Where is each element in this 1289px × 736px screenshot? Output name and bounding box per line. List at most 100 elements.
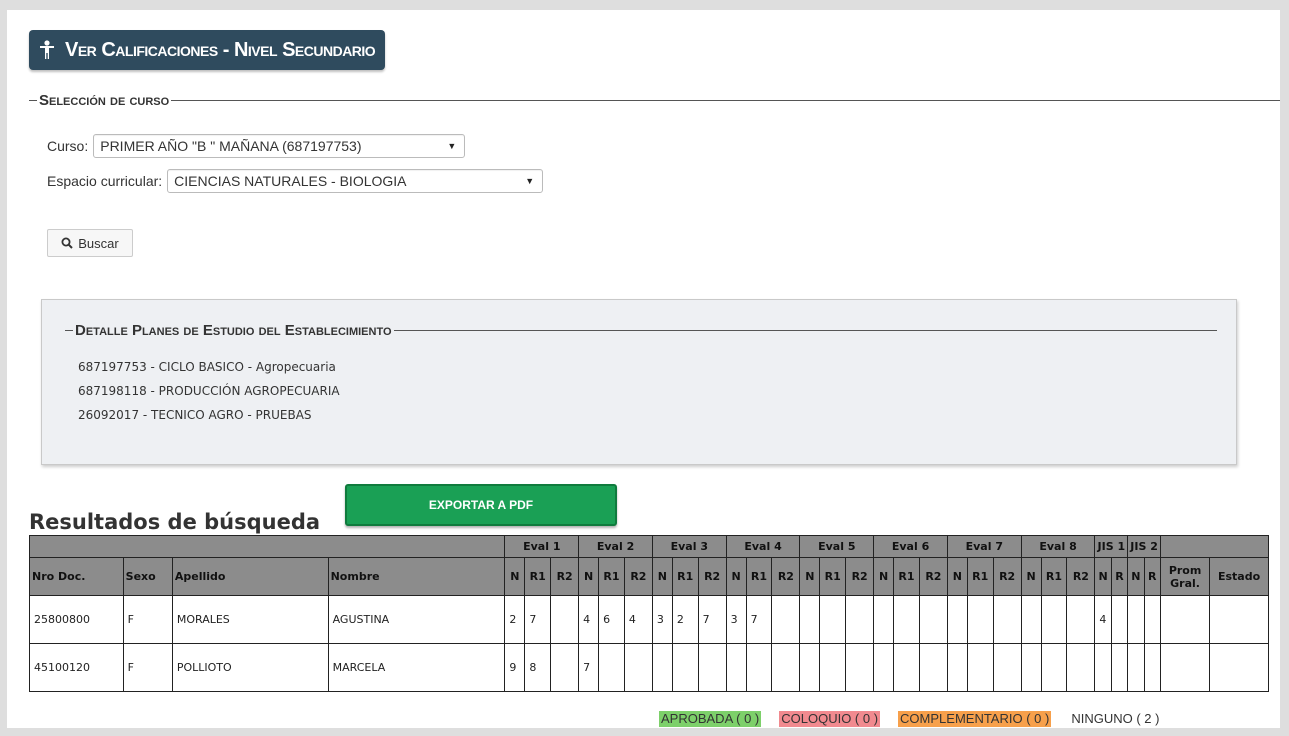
curso-row: Curso: PRIMER AÑO "B " MAÑANA (687197753… [47,134,466,158]
cell-grade [1020,643,1042,692]
cell-grade [966,595,994,644]
curso-select[interactable]: PRIMER AÑO "B " MAÑANA (687197753) ▼ [93,134,466,158]
header-eval-sub: N [504,557,526,596]
cell-prom [1159,643,1211,692]
cell-grade [671,643,699,692]
course-selection-legend: Selección de curso [29,92,1280,109]
cell-sexo: F [122,595,173,644]
header-jis-sub: N [1094,557,1112,596]
header-jis-group: JIS 2 [1127,535,1161,558]
cell-jis: 4 [1094,595,1112,644]
header-eval-sub: R1 [893,557,920,596]
cell-nro-doc: 45100120 [29,643,124,692]
table-row: 25800800 F MORALES AGUSTINA 2 7 4 6 4 3 2 7 3 7 4 [29,595,1269,644]
header-eval-sub: R1 [1040,557,1068,596]
cell-grade [845,643,875,692]
header-nombre: Nombre [327,557,506,596]
header-eval-sub: R1 [671,557,699,596]
cell-grade: 6 [598,595,625,644]
page-title: Ver Calificaciones - Nivel Secundario [65,38,376,61]
legend-complementario: COMPLEMENTARIO ( 0 ) [898,711,1052,727]
header-eval-group: Eval 6 [873,535,948,558]
header-blank [28,535,506,558]
header-jis-group: JIS 1 [1094,535,1129,558]
cell-grade: 7 [697,595,727,644]
header-eval-sub: R2 [845,557,875,596]
cell-grade [966,643,994,692]
cell-grade [1066,643,1096,692]
header-eval-sub: R2 [623,557,653,596]
plan-item: 687197753 - CICLO BASICO - Agropecuaria [78,360,336,374]
header-eval-group: Eval 8 [1020,535,1096,558]
cell-grade [651,643,673,692]
cell-grade: 3 [725,595,747,644]
cell-grade [623,643,653,692]
header-eval-sub: R1 [524,557,552,596]
header-prom: Prom Gral. [1159,557,1211,596]
plans-title: Detalle Planes de Estudio del Establecim… [75,322,392,339]
export-pdf-button[interactable]: EXPORTAR A PDF [345,484,617,526]
cell-grade [725,643,747,692]
table-header-columns: Nro Doc. Sexo Apellido Nombre N R1 R2 N R1 R2 N R1 R… [29,557,1269,596]
cell-grade [550,643,580,692]
header-eval-sub: R2 [992,557,1022,596]
cell-grade [697,643,727,692]
cell-grade [1040,595,1068,644]
cell-estado [1209,643,1269,692]
cell-grade [992,643,1022,692]
cell-grade [918,595,948,644]
header-eval-sub: N [725,557,747,596]
cell-grade: 3 [651,595,673,644]
cell-grade [745,643,773,692]
legend-coloquio: COLOQUIO ( 0 ) [779,711,881,727]
header-eval-sub: N [946,557,968,596]
cell-jis [1127,643,1145,692]
header-eval-sub: N [651,557,673,596]
espacio-select[interactable]: CIENCIAS NATURALES - BIOLOGIA ▼ [167,169,544,193]
plan-item: 687198118 - PRODUCCIÓN AGROPECUARIA [78,384,340,398]
cell-grade [893,643,920,692]
header-eval-group: Eval 7 [946,535,1022,558]
cell-grade [946,643,968,692]
cell-grade [992,595,1022,644]
header-eval-group: Eval 3 [651,535,727,558]
cell-grade [873,643,895,692]
cell-grade [873,595,895,644]
header-jis-sub: R [1143,557,1161,596]
cell-grade: 2 [671,595,699,644]
page: Ver Calificaciones - Nivel Secundario Se… [7,10,1280,728]
header-apellido: Apellido [171,557,329,596]
cell-grade: 7 [524,595,552,644]
cell-grade: 2 [504,595,526,644]
cell-grade: 8 [524,643,552,692]
cell-estado [1209,595,1269,644]
cell-grade [771,595,801,644]
grades-table: Eval 1 Eval 2 Eval 3 Eval 4 Eval 5 Eval 6 Eval… [28,535,1270,692]
search-button-label: Buscar [78,235,119,251]
table-header-groups: Eval 1 Eval 2 Eval 3 Eval 4 Eval 5 Eval 6 Eval… [28,535,1270,558]
chevron-down-icon: ▼ [525,176,535,186]
course-selection-title: Selección de curso [39,92,170,109]
cell-grade: 7 [578,643,600,692]
header-jis-sub: R [1110,557,1129,596]
header-eval-group: Eval 2 [578,535,653,558]
search-icon [61,237,73,249]
header-estado: Estado [1209,557,1269,596]
cell-jis [1094,643,1112,692]
cell-jis [1110,595,1129,644]
cell-grade: 4 [578,595,600,644]
header-eval-sub: N [1020,557,1042,596]
header-sexo: Sexo [122,557,173,596]
plan-item: 26092017 - TECNICO AGRO - PRUEBAS [78,408,312,422]
header-eval-sub: R1 [598,557,625,596]
search-button[interactable]: Buscar [47,229,133,257]
header-jis-sub: N [1127,557,1145,596]
legend-aprobada: APROBADA ( 0 ) [659,711,762,727]
cell-grade [598,643,625,692]
cell-grade [893,595,920,644]
table-row: 45100120 F POLLIOTO MARCELA 9 8 7 [29,643,1269,692]
cell-grade [1066,595,1096,644]
cell-grade [819,595,847,644]
cell-sexo: F [122,643,173,692]
page-header: Ver Calificaciones - Nivel Secundario [29,30,386,70]
